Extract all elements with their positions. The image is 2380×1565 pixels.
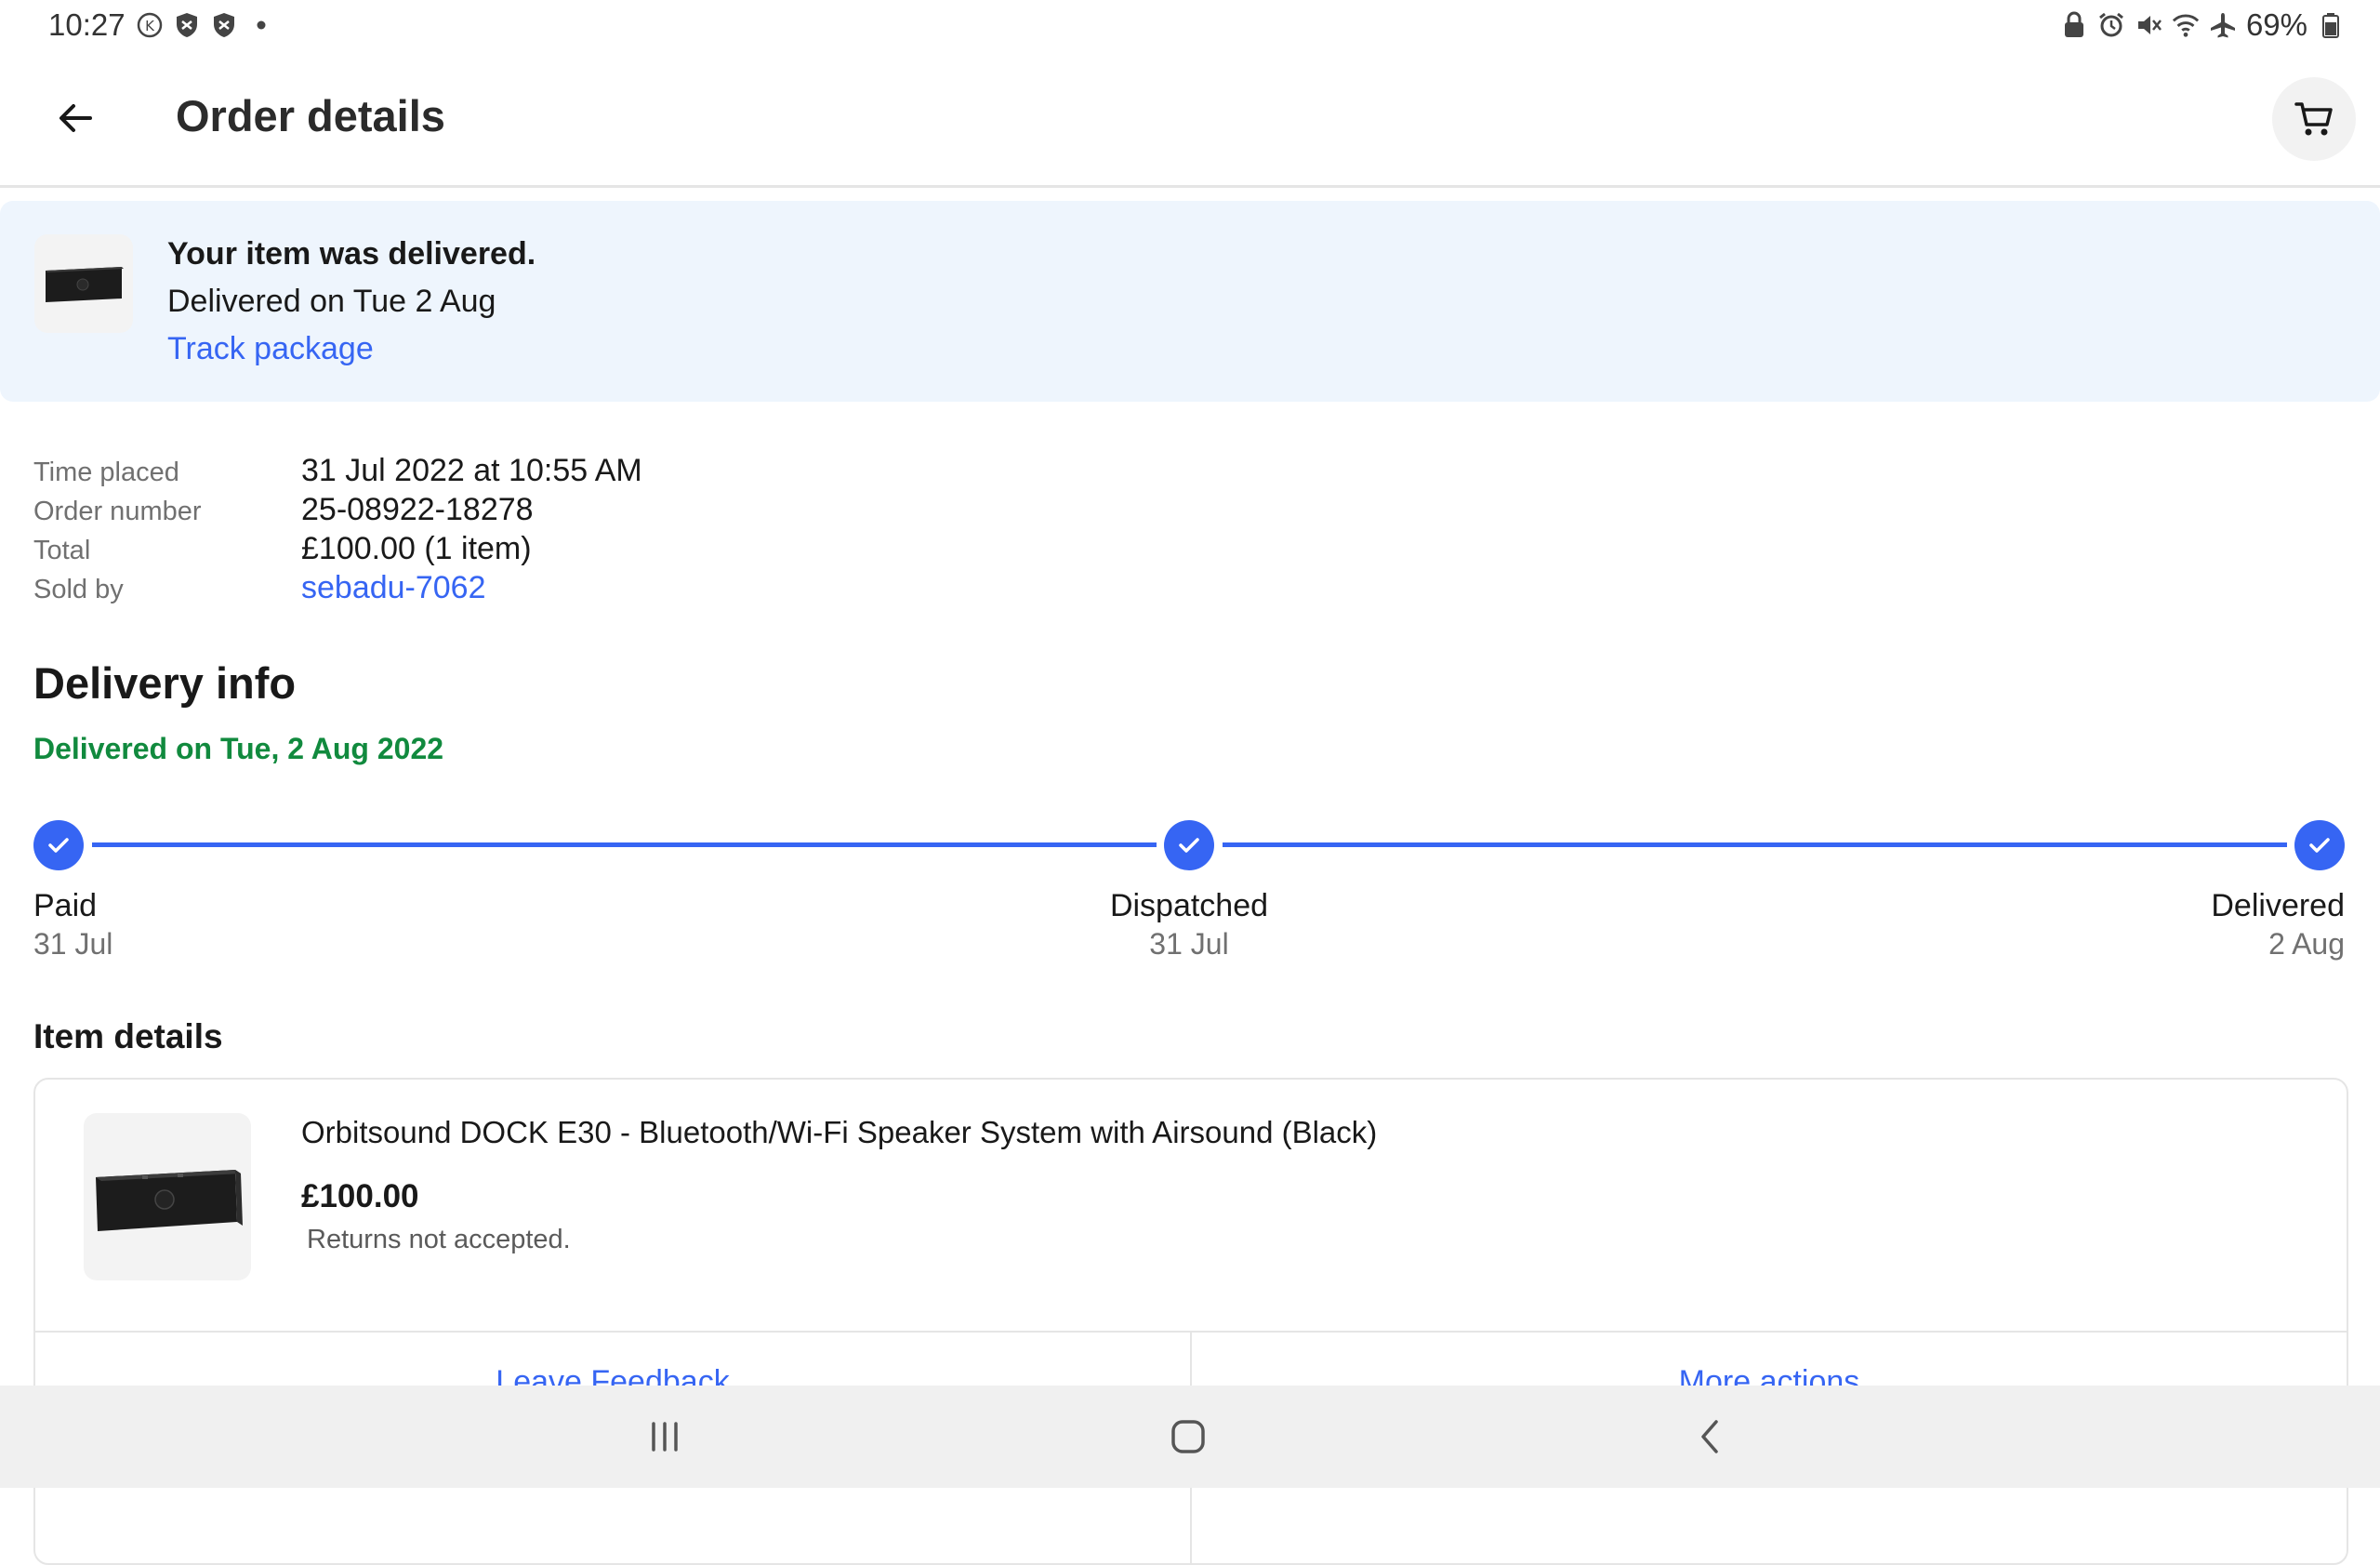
banner-subtitle: Delivered on Tue 2 Aug: [167, 284, 496, 319]
arrow-left-icon: [60, 104, 92, 132]
info-label: Time placed: [33, 458, 179, 487]
banner-title: Your item was delivered.: [167, 236, 536, 272]
dot-icon: [247, 11, 275, 39]
info-value: 31 Jul 2022 at 10:55 AM: [301, 453, 642, 488]
speaker-image: [46, 267, 124, 302]
step-dispatched-check: [1164, 820, 1214, 870]
delivery-status-banner: Your item was delivered. Delivered on Tu…: [0, 201, 2380, 402]
info-value: £100.00 (1 item): [301, 531, 532, 566]
step-date-delivered: 2 Aug: [2268, 927, 2345, 961]
step-label-dispatched: Dispatched: [1109, 888, 1269, 923]
system-nav-bar: [0, 1386, 2380, 1488]
progress-line: [92, 842, 1157, 847]
check-icon: [1179, 838, 1199, 853]
step-label-delivered: Delivered: [2211, 888, 2345, 923]
page-title: Order details: [176, 91, 445, 140]
check-icon: [2309, 838, 2330, 853]
airplane-icon: [2209, 11, 2237, 39]
item-details-heading: Item details: [33, 1017, 223, 1055]
recent-apps-icon: [652, 1422, 678, 1452]
status-notification-icons: K: [136, 11, 275, 39]
wifi-icon: [2172, 11, 2200, 39]
item-card: Orbitsound DOCK E30 - Bluetooth/Wi-Fi Sp…: [33, 1078, 2348, 1565]
app-bar: Order details: [0, 50, 2380, 188]
home-button[interactable]: [1151, 1406, 1225, 1467]
svg-text:K: K: [145, 18, 155, 34]
item-price: £100.00: [301, 1178, 419, 1214]
step-date-dispatched: 31 Jul: [1149, 927, 1229, 961]
lock-icon: [2060, 11, 2088, 39]
info-value: 25-08922-18278: [301, 492, 534, 527]
battery-level: 69%: [2245, 7, 2307, 42]
chevron-left-icon: [1701, 1420, 1718, 1453]
cart-button[interactable]: [2272, 77, 2356, 161]
alarm-icon: [2097, 11, 2125, 39]
item-title-link[interactable]: Orbitsound DOCK E30 - Bluetooth/Wi-Fi Sp…: [301, 1115, 1377, 1150]
track-package-link[interactable]: Track package: [167, 331, 374, 367]
status-system-icons: 69%: [2060, 7, 2345, 43]
system-back-button[interactable]: [1673, 1406, 1748, 1467]
speaker-image: [96, 1170, 243, 1231]
delivery-info-heading: Delivery info: [33, 658, 297, 708]
step-delivered-check: [2294, 820, 2345, 870]
shield-x-icon: [210, 11, 238, 39]
info-label: Total: [33, 536, 91, 565]
progress-line: [1223, 842, 2287, 847]
back-button[interactable]: [43, 86, 108, 151]
k-circle-icon: K: [136, 11, 164, 39]
seller-link[interactable]: sebadu-7062: [301, 570, 486, 606]
status-bar: 10:27 K 69%: [0, 0, 2380, 50]
check-icon: [48, 838, 69, 853]
item-image[interactable]: [84, 1113, 251, 1280]
mute-icon: [2135, 11, 2162, 39]
recent-apps-button[interactable]: [628, 1406, 702, 1467]
shield-x-icon: [173, 11, 201, 39]
step-paid-check: [33, 820, 84, 870]
home-icon: [1171, 1420, 1205, 1453]
delivered-status: Delivered on Tue, 2 Aug 2022: [33, 732, 444, 765]
item-returns-policy: Returns not accepted.: [307, 1225, 571, 1254]
step-label-paid: Paid: [33, 888, 98, 923]
step-date-paid: 31 Jul: [33, 927, 113, 961]
info-label: Sold by: [33, 575, 124, 604]
status-time: 10:27: [48, 7, 126, 42]
battery-icon: [2317, 11, 2345, 39]
info-label: Order number: [33, 497, 202, 526]
item-thumbnail[interactable]: [34, 234, 133, 333]
cart-icon: [2294, 102, 2333, 136]
